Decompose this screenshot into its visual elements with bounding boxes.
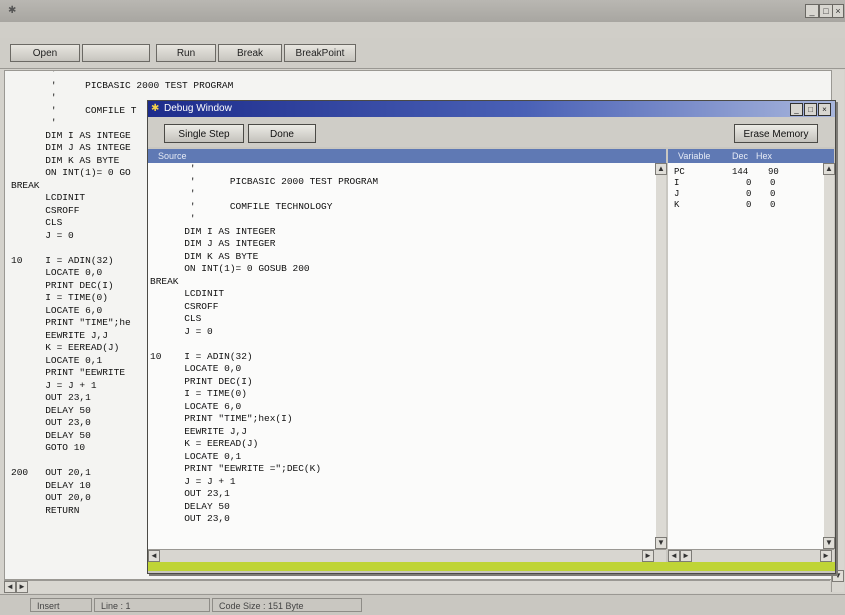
variable-column-header: Variable [678,151,711,161]
variable-dec: 0 [746,189,752,199]
variable-dec: 144 [732,167,749,177]
variable-dec: 0 [746,200,752,210]
main-toolbar: Open Run Break BreakPoint [0,38,845,69]
variable-name: J [674,189,680,199]
scroll-down-icon[interactable]: ▼ [823,537,835,549]
dec-column-header: Dec [732,151,749,161]
variables-panel[interactable]: PC 144 90 I 0 0 J 0 0 K 0 0 [668,163,824,549]
scroll-up-icon[interactable]: ▲ [823,163,835,175]
variable-row: I 0 0 [668,178,824,189]
variables-vertical-scrollbar[interactable]: ▲ ▼ [823,163,835,549]
variable-row: PC 144 90 [668,167,824,178]
scroll-right-icon[interactable]: ► [16,581,28,593]
variable-dec: 0 [746,178,752,188]
debug-maximize-button[interactable]: □ [804,103,817,116]
source-vertical-scrollbar[interactable]: ▲ ▼ [655,163,667,549]
app-icon: ✱ [8,5,17,16]
variable-hex: 0 [770,200,776,210]
editor-horizontal-scrollbar[interactable]: ◄ ► [4,580,830,593]
variable-row: J 0 0 [668,189,824,200]
debug-window-icon: ✱ [151,103,160,114]
open-button[interactable]: Open [10,44,80,62]
minimize-button[interactable]: _ [805,4,819,18]
hex-column-header: Hex [756,151,773,161]
erase-memory-button[interactable]: Erase Memory [734,124,818,143]
variables-horizontal-scrollbar[interactable]: ◄ ► ► [668,549,834,562]
close-button[interactable]: × [832,4,844,18]
single-step-button[interactable]: Single Step [164,124,244,143]
status-bar: Insert Line : 1 Code Size : 151 Byte [0,594,845,615]
variable-hex: 0 [770,178,776,188]
debug-bottom-bar [148,562,835,571]
main-title-bar[interactable]: ✱ _ □ × [0,0,845,22]
debug-window: ✱ Debug Window _ □ × Single Step Done Er… [147,100,836,574]
run-button[interactable]: Run [156,44,216,62]
done-button[interactable]: Done [248,124,316,143]
source-horizontal-scrollbar[interactable]: ◄ ► [148,549,666,562]
scroll-right-icon[interactable]: ► [820,550,832,562]
status-code-size: Code Size : 151 Byte [212,598,362,612]
scroll-right-icon[interactable]: ► [642,550,654,562]
debug-close-button[interactable]: × [818,103,831,116]
blank-button[interactable] [82,44,150,62]
variable-row: K 0 0 [668,200,824,211]
scroll-left-icon[interactable]: ◄ [148,550,160,562]
debug-window-title: Debug Window [164,103,232,114]
source-panel-header: Source [148,149,666,163]
variable-name: I [674,178,680,188]
debug-minimize-button[interactable]: _ [790,103,803,116]
variables-panel-header: Variable Dec Hex [668,149,834,163]
source-panel[interactable]: ' ' PICBASIC 2000 TEST PROGRAM ' ' COMFI… [148,163,656,549]
variable-name: PC [674,167,685,177]
variable-hex: 0 [770,189,776,199]
breakpoint-button[interactable]: BreakPoint [284,44,356,62]
debug-toolbar: Single Step Done Erase Memory [148,117,835,147]
scroll-right-icon[interactable]: ► [680,550,692,562]
maximize-button[interactable]: □ [819,4,833,18]
variable-hex: 90 [768,167,779,177]
source-code: ' ' PICBASIC 2000 TEST PROGRAM ' ' COMFI… [150,163,379,524]
variable-name: K [674,200,680,210]
scroll-left-icon[interactable]: ◄ [4,581,16,593]
status-line: Line : 1 [94,598,210,612]
menu-bar [0,22,845,38]
break-button[interactable]: Break [218,44,282,62]
scroll-down-icon[interactable]: ▼ [655,537,667,549]
status-mode: Insert [30,598,92,612]
debug-title-bar[interactable]: ✱ Debug Window _ □ × [148,101,835,117]
scroll-up-icon[interactable]: ▲ [655,163,667,175]
scroll-left-icon[interactable]: ◄ [668,550,680,562]
